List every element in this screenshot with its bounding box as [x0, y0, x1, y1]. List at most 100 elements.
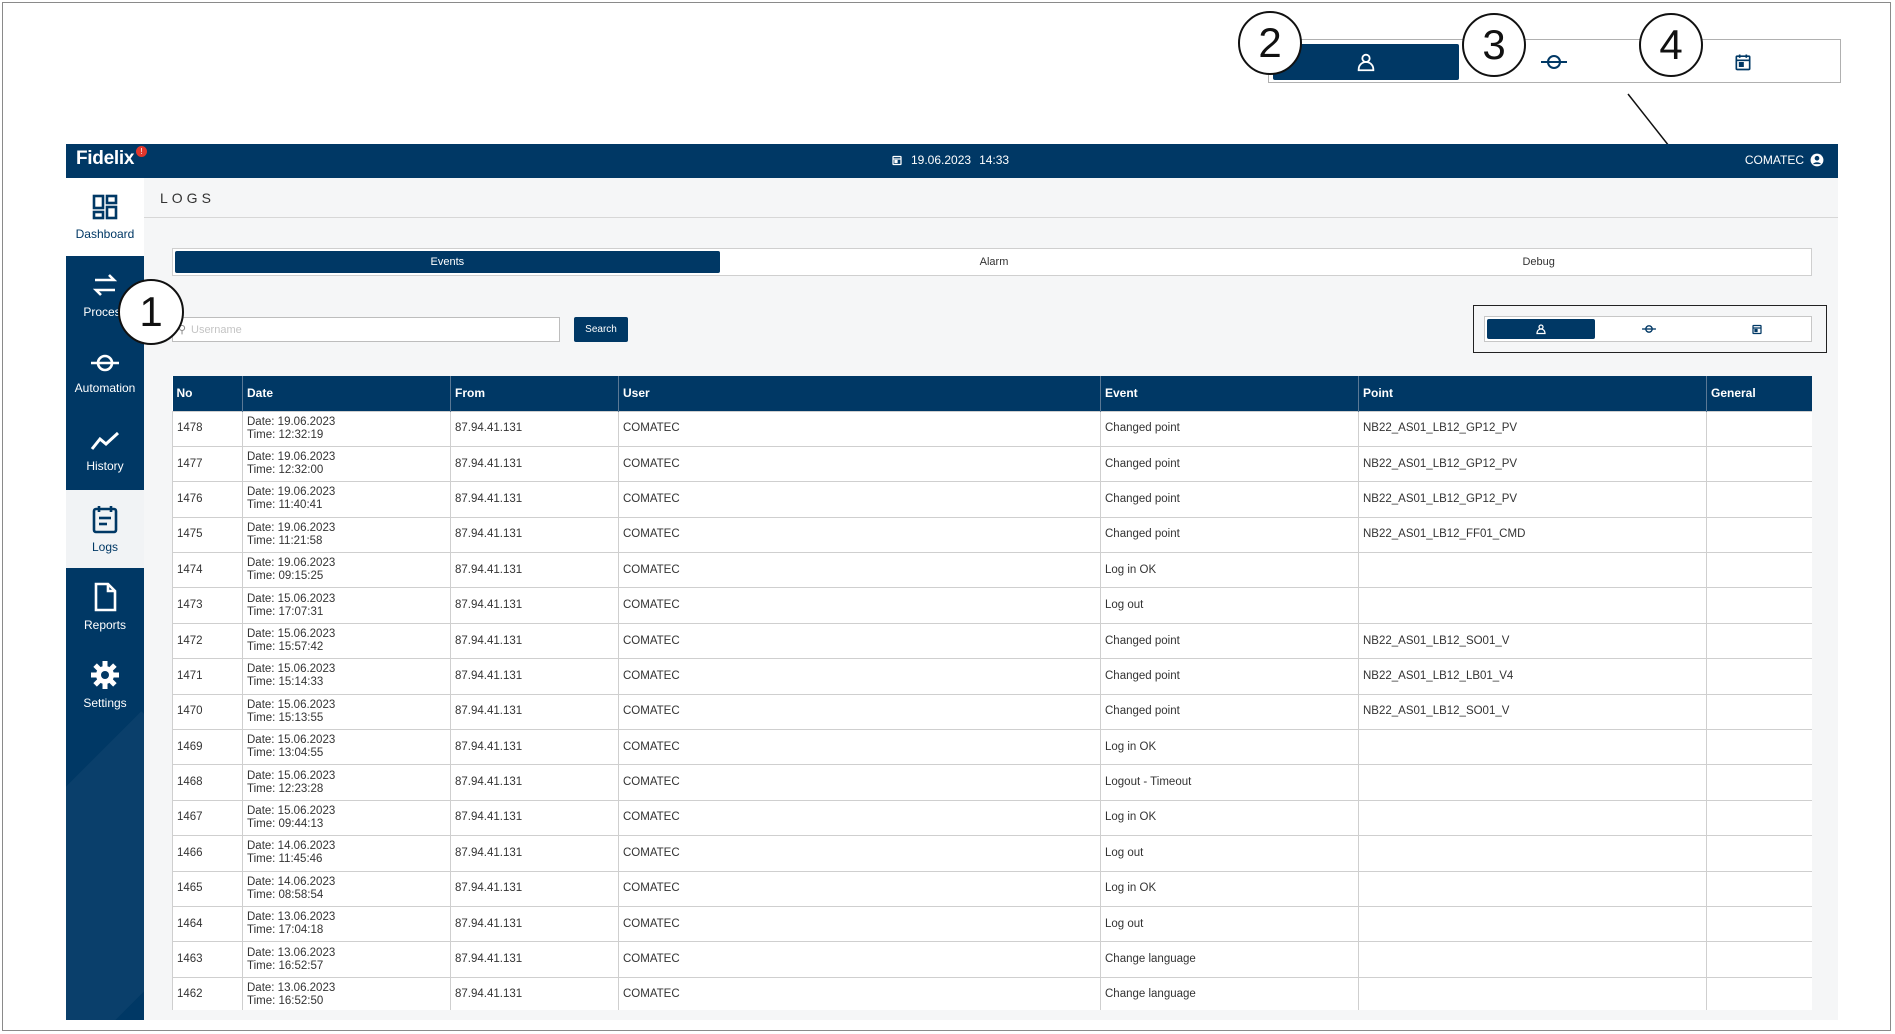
table-row[interactable]: 1476 Date: 19.06.2023 Time: 11:40:41 87.94.… [172, 481, 1812, 518]
table-row[interactable]: 1470 Date: 15.06.2023 Time: 15:13:55 87.94.… [172, 693, 1812, 731]
table-row[interactable]: 1478 Date: 19.06.2023 Time: 12:32:19 87.94.… [172, 410, 1812, 447]
table-row[interactable]: 1466 Date: 14.06.2023 Time: 11:45:46 87.94.… [172, 835, 1812, 872]
table-row[interactable]: 1474 Date: 19.06.2023 Time: 09:15:25 87.94.… [172, 552, 1812, 589]
cell-date: Date: 13.06.2023 Time: 16:52:50 [242, 976, 451, 1010]
cell-time-value: Time: 13:04:55 [247, 747, 324, 760]
column-header-from[interactable]: From [450, 376, 619, 411]
cell-time-value: Time: 15:57:42 [247, 641, 324, 654]
table-row[interactable]: 1477 Date: 19.06.2023 Time: 12:32:00 87.94.… [172, 445, 1812, 483]
cell-time-value: Time: 16:52:57 [247, 959, 324, 972]
cell-time-value: Time: 15:13:55 [247, 711, 324, 724]
cell-date-value: Date: 14.06.2023 [247, 840, 336, 853]
cell-general [1706, 729, 1812, 766]
cell-date: Date: 19.06.2023 Time: 12:32:19 [242, 410, 451, 447]
page-title: LOGS [160, 190, 215, 206]
cell-no: 1466 [172, 835, 243, 872]
table-row[interactable]: 1472 Date: 15.06.2023 Time: 15:57:42 87.94.… [172, 622, 1812, 660]
cell-date-value: Date: 15.06.2023 [247, 804, 336, 817]
notification-badge[interactable]: ! [136, 146, 147, 157]
sidebar-item-logs[interactable]: Logs [66, 490, 144, 568]
cell-general [1706, 941, 1812, 978]
column-header-date[interactable]: Date [242, 376, 451, 411]
cell-from: 87.94.41.131 [450, 764, 619, 801]
column-header-general[interactable]: General [1706, 376, 1812, 411]
current-date: 19.06.2023 [911, 153, 972, 167]
callout-4: 4 [1639, 13, 1703, 77]
cell-user: COMATEC [618, 552, 1101, 589]
table-row[interactable]: 1473 Date: 15.06.2023 Time: 17:07:31 87.94.… [172, 587, 1812, 624]
column-header-no[interactable]: No [172, 376, 243, 411]
cell-from: 87.94.41.131 [450, 905, 619, 943]
search-input[interactable] [191, 323, 551, 336]
table-row[interactable]: 1475 Date: 19.06.2023 Time: 11:21:58 87.94.… [172, 516, 1812, 554]
cell-date-value: Date: 13.06.2023 [247, 946, 336, 959]
cell-user: COMATEC [618, 976, 1101, 1010]
cell-event: Log in OK [1100, 552, 1359, 589]
cell-from: 87.94.41.131 [450, 976, 619, 1010]
cell-no: 1477 [172, 445, 243, 483]
cell-no: 1468 [172, 764, 243, 801]
table-row[interactable]: 1471 Date: 15.06.2023 Time: 15:14:33 87.94.… [172, 658, 1812, 695]
cell-general [1706, 693, 1812, 731]
sidebar-item-automation[interactable]: Automation [66, 334, 144, 412]
cell-date-value: Date: 19.06.2023 [247, 521, 336, 534]
cell-point [1358, 905, 1707, 943]
logs-icon [92, 506, 118, 534]
cell-from: 87.94.41.131 [450, 587, 619, 624]
cell-from: 87.94.41.131 [450, 445, 619, 483]
cell-user: COMATEC [618, 905, 1101, 943]
table-row[interactable]: 1462 Date: 13.06.2023 Time: 16:52:50 87.94.… [172, 976, 1812, 1010]
table-row[interactable]: 1464 Date: 13.06.2023 Time: 17:04:18 87.94.… [172, 905, 1812, 943]
tab-events[interactable]: Events [175, 251, 720, 273]
date-time: 19.06.2023 14:33 [891, 153, 1009, 167]
cell-date: Date: 15.06.2023 Time: 12:23:28 [242, 764, 451, 801]
table-row[interactable]: 1469 Date: 15.06.2023 Time: 13:04:55 87.94.… [172, 729, 1812, 766]
cell-date-value: Date: 14.06.2023 [247, 875, 336, 888]
cell-from: 87.94.41.131 [450, 870, 619, 907]
tab-alarm[interactable]: Alarm [722, 249, 1267, 275]
cell-no: 1472 [172, 622, 243, 660]
cell-point [1358, 587, 1707, 624]
cell-event: Logout - Timeout [1100, 764, 1359, 801]
calendar-icon [892, 155, 902, 166]
sidebar-item-reports[interactable]: Reports [66, 568, 144, 646]
sidebar-item-history[interactable]: History [66, 412, 144, 490]
cell-from: 87.94.41.131 [450, 658, 619, 695]
cell-date-value: Date: 19.06.2023 [247, 451, 336, 464]
cell-event: Changed point [1100, 693, 1359, 731]
sidebar-item-label: Settings [83, 696, 127, 710]
cell-user: COMATEC [618, 870, 1101, 907]
cell-no: 1463 [172, 941, 243, 978]
table-row[interactable]: 1463 Date: 13.06.2023 Time: 16:52:57 87.94.… [172, 941, 1812, 978]
search-button[interactable]: Search [574, 317, 628, 342]
process-icon [92, 274, 118, 296]
column-header-event[interactable]: Event [1100, 376, 1359, 411]
cell-date: Date: 13.06.2023 Time: 16:52:57 [242, 941, 451, 978]
column-header-user[interactable]: User [618, 376, 1101, 411]
tab-debug[interactable]: Debug [1266, 249, 1811, 275]
cell-point: NB22_AS01_LB12_SO01_V [1358, 622, 1707, 660]
events-table: No Date From User Event Point General 14… [172, 376, 1812, 1010]
cell-date-value: Date: 15.06.2023 [247, 769, 336, 782]
table-header-row: No Date From User Event Point General [172, 376, 1812, 411]
cell-general [1706, 587, 1812, 624]
cell-general [1706, 870, 1812, 907]
cell-point: NB22_AS01_LB12_GP12_PV [1358, 481, 1707, 518]
table-row[interactable]: 1465 Date: 14.06.2023 Time: 08:58:54 87.94.… [172, 870, 1812, 907]
table-row[interactable]: 1468 Date: 15.06.2023 Time: 12:23:28 87.94.… [172, 764, 1812, 801]
sidebar-item-dashboard[interactable]: Dashboard [66, 178, 144, 256]
cell-general [1706, 552, 1812, 589]
cell-time-value: Time: 11:45:46 [247, 853, 323, 866]
cell-point: NB22_AS01_LB12_GP12_PV [1358, 445, 1707, 483]
cell-from: 87.94.41.131 [450, 516, 619, 554]
cell-event: Log in OK [1100, 870, 1359, 907]
table-row[interactable]: 1467 Date: 15.06.2023 Time: 09:44:13 87.94.… [172, 799, 1812, 837]
sidebar-item-settings[interactable]: Settings [66, 646, 144, 724]
user-menu[interactable]: COMATEC [1745, 153, 1824, 167]
sidebar-item-label: Dashboard [75, 227, 135, 241]
cell-general [1706, 622, 1812, 660]
content-header: LOGS [144, 178, 1838, 218]
cell-time-value: Time: 11:40:41 [247, 499, 323, 512]
column-header-point[interactable]: Point [1358, 376, 1707, 411]
cell-general [1706, 976, 1812, 1010]
